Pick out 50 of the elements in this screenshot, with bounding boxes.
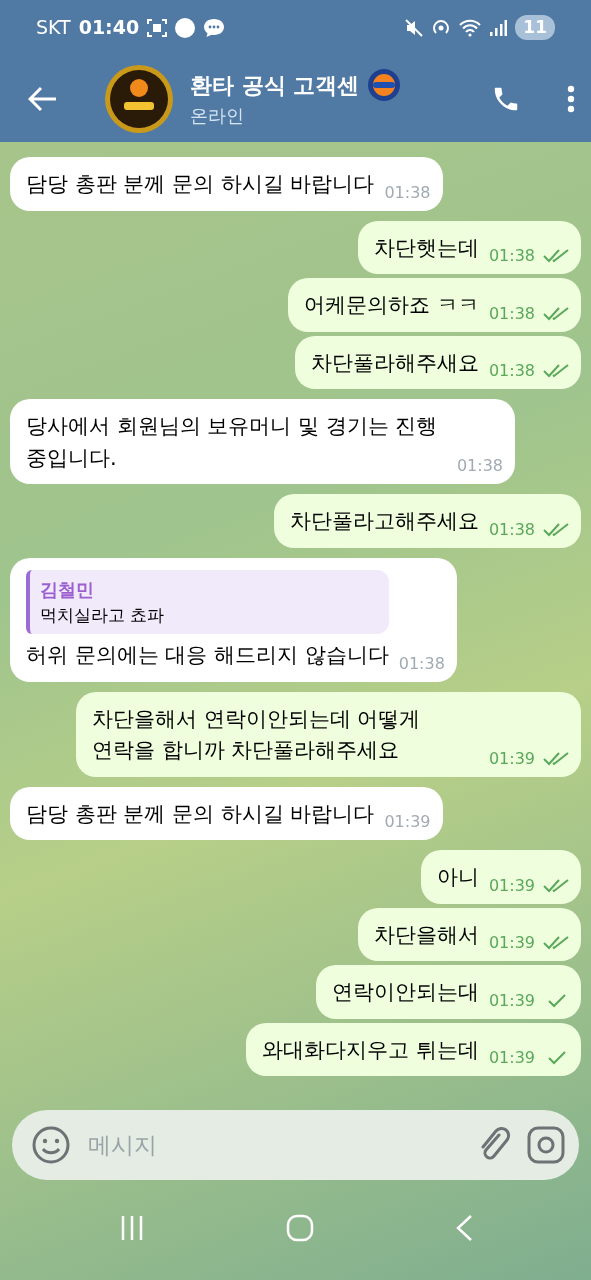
camera-icon[interactable]: [527, 1126, 565, 1164]
message-text: 당사에서 회원님의 보유머니 및 경기는 진행 중입니다.: [26, 413, 439, 472]
message-time: 01:38: [488, 360, 535, 382]
reply-author: 김철민: [40, 577, 95, 602]
message-time: 01:38: [384, 181, 431, 204]
message-time: 01:38: [488, 302, 535, 325]
message-text: 차단풀라해주새요: [310, 349, 479, 377]
chat-icon: [203, 17, 226, 38]
back-icon[interactable]: [28, 85, 58, 112]
message-time: 01:39: [488, 1047, 535, 1069]
message-time: 01:39: [488, 747, 535, 770]
message-time: 01:38: [488, 518, 535, 541]
avatar: [104, 63, 174, 134]
message-text: 차단을해서 연락이안되는데 어떻게 연락을 합니까 차단풀라해주세요: [92, 705, 422, 764]
online-status: 온라인: [190, 104, 245, 128]
message-text: 차단풀라고해주세요: [289, 508, 479, 535]
message-text: 담당 총판 분께 문의 하시길 바랍니다: [26, 171, 375, 198]
message-time: 01:39: [488, 989, 535, 1012]
message-field[interactable]: 메시지: [86, 1126, 461, 1164]
message-input-bar[interactable]: 메시지: [12, 1110, 579, 1180]
message-text: 차단햇는데: [373, 234, 479, 262]
more-icon[interactable]: [567, 84, 575, 113]
message-text: 아니: [436, 864, 479, 891]
message-time: 01:38: [456, 455, 503, 477]
message-time: 01:38: [398, 652, 445, 675]
emoji-icon[interactable]: [32, 1126, 70, 1164]
mute-icon: [405, 18, 424, 37]
app-icon: [175, 17, 196, 38]
signal-icon: [489, 18, 508, 37]
clock-text: 01:40: [78, 15, 140, 41]
message-text: 허위 문의에는 대응 해드리지 않습니다: [26, 642, 389, 669]
message-time: 01:39: [488, 932, 535, 954]
reply-text: 먹치실라고 쵸파: [40, 603, 166, 627]
message-text: 연락이안되는대: [331, 979, 479, 1006]
message-time: 01:38: [488, 245, 535, 267]
message-time: 01:39: [488, 874, 535, 897]
message-text: 어케문의하죠 ㅋㅋ: [304, 292, 479, 319]
chat-title: 환타 공식 고객센: [190, 71, 360, 100]
home-icon[interactable]: [285, 1213, 314, 1242]
back-nav-icon[interactable]: [454, 1213, 473, 1242]
badge-icon: [367, 68, 402, 102]
message-time: 01:39: [384, 811, 431, 833]
carrier-text: SKT: [36, 15, 71, 41]
message-text: 와대화다지우고 튀는데: [262, 1036, 479, 1064]
message-text: 담당 총판 분께 문의 하시길 바랍니다: [26, 800, 375, 828]
wifi-icon: [459, 18, 482, 37]
message-text: 차단을해서: [373, 921, 479, 949]
quoted-reply[interactable]: 김철민 먹치실라고 쵸파: [26, 569, 389, 634]
battery-indicator: 11: [515, 14, 555, 41]
screenshot-icon: [147, 18, 168, 37]
